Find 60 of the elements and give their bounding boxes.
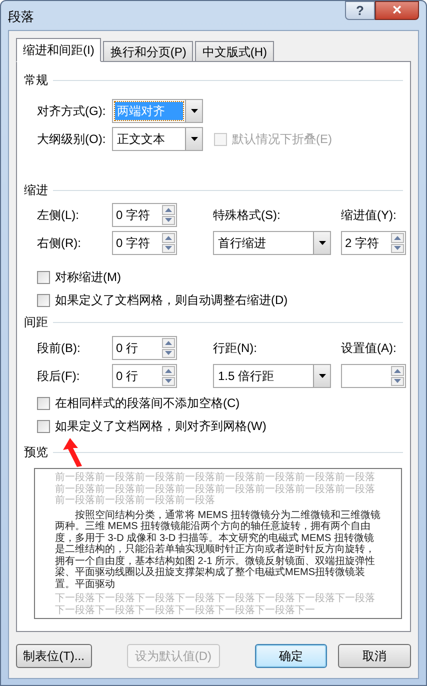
field-label: 特殊格式(S): bbox=[213, 207, 282, 224]
window-title: 段落 bbox=[8, 8, 34, 26]
up-arrow-icon bbox=[394, 236, 401, 240]
dropdown-arrow-icon bbox=[190, 109, 198, 113]
field-label: 段后(F): bbox=[37, 368, 81, 385]
preview-text: 下一段落下一段落下一段落下一段落下一段落下一段落下一段落下一段落下一段落下一段落下一段落下一段落下一段落下一段落下一 bbox=[55, 593, 376, 616]
dropdown-arrow-icon bbox=[318, 241, 326, 245]
field-label: 大纲级别(O): bbox=[37, 131, 107, 148]
dropdown[interactable]: 1.5 倍行距 bbox=[213, 364, 331, 388]
checkbox[interactable] bbox=[37, 270, 50, 284]
checkbox[interactable] bbox=[37, 420, 50, 432]
help-button[interactable]: ? bbox=[345, 1, 375, 20]
section-heading: 间距 bbox=[24, 314, 48, 331]
up-arrow-icon bbox=[165, 368, 172, 373]
up-arrow-icon bbox=[165, 208, 172, 212]
dropdown-arrow-icon bbox=[318, 374, 326, 378]
field-label: 左侧(L): bbox=[37, 207, 80, 224]
dropdown[interactable]: 正文文本 bbox=[112, 127, 203, 151]
checkbox[interactable] bbox=[37, 396, 50, 410]
field-label: 行距(N): bbox=[213, 340, 258, 357]
checkbox[interactable] bbox=[37, 294, 50, 306]
down-arrow-icon bbox=[165, 379, 172, 384]
preview-text: 按照空间结构分类，通常将 MEMS 扭转微镜分为二维微镜和三维微镜两种。三维 MEMS 扭转微镜能沿两个方向的轴任意旋转，拥有两个自由度，多用于 3-D 成像和 3-D 扫描等。本文研究的电磁式 MEMS 扭转微镜是二维结构的，只能沿若单轴实现顺时针正方向或者逆时针反方向旋转，拥有一个自由度，基本结构如图 2-1 所示。微镜反射镜面、双端扭旋弹性梁、平面驱动线圈以及扭旋支撑架构成了整个电磁式MEMS扭转微镜装置。平面驱动 bbox=[55, 510, 381, 590]
down-arrow-icon bbox=[394, 379, 401, 384]
up-arrow-icon bbox=[165, 340, 172, 345]
tab[interactable]: 换行和分页(P) bbox=[103, 41, 194, 62]
down-arrow-icon bbox=[165, 218, 172, 222]
spin-box[interactable]: 0 行 bbox=[112, 336, 177, 360]
checkbox-label: 默认情况下折叠(E) bbox=[232, 131, 332, 148]
checkbox-label: 对称缩进(M) bbox=[55, 269, 121, 286]
tab[interactable]: 缩进和间距(I) bbox=[16, 38, 102, 62]
annotation-arrow bbox=[63, 438, 85, 467]
field-label: 段前(B): bbox=[37, 340, 82, 357]
dropdown-arrow-icon bbox=[190, 137, 198, 141]
spin-box[interactable]: 0 行 bbox=[112, 364, 177, 388]
spin-box[interactable] bbox=[341, 364, 406, 388]
tab[interactable]: 中文版式(H) bbox=[195, 41, 274, 62]
down-arrow-icon bbox=[165, 246, 172, 250]
dialog-button[interactable]: 确定 bbox=[254, 644, 328, 668]
field-label: 缩进值(Y): bbox=[341, 207, 398, 224]
checkbox-label: 如果定义了文档网格，则自动调整右缩进(D) bbox=[55, 292, 288, 309]
field-label: 对齐方式(G): bbox=[37, 103, 107, 120]
spin-box[interactable]: 0 字符 bbox=[112, 231, 177, 255]
up-arrow-icon bbox=[165, 236, 172, 240]
dropdown[interactable]: 首行缩进 bbox=[213, 231, 331, 255]
spin-box[interactable]: 2 字符 bbox=[341, 231, 406, 255]
dialog-button[interactable]: 制表位(T)... bbox=[16, 644, 92, 668]
checkbox-label: 在相同样式的段落间不添加空格(C) bbox=[55, 395, 240, 412]
preview-text: 前一段落前一段落前一段落前一段落前一段落前一段落前一段落前一段落前一段落前一段落前一段落前一段落前一段落前一段落前一段落前一段落前一段落前一段落前一段落前一段落 bbox=[55, 472, 376, 506]
spin-box[interactable]: 0 字符 bbox=[112, 203, 177, 227]
section-heading: 缩进 bbox=[24, 182, 48, 199]
field-label: 设置值(A): bbox=[341, 340, 398, 357]
field-label: 右侧(R): bbox=[37, 235, 82, 252]
section-heading: 常规 bbox=[24, 72, 48, 89]
down-arrow-icon bbox=[394, 246, 401, 250]
dialog-button[interactable]: 取消 bbox=[338, 644, 411, 668]
up-arrow-icon bbox=[394, 368, 401, 373]
section-heading: 预览 bbox=[24, 444, 48, 461]
checkbox-label: 如果定义了文档网格，则对齐到网格(W) bbox=[55, 418, 266, 435]
down-arrow-icon bbox=[165, 351, 172, 356]
